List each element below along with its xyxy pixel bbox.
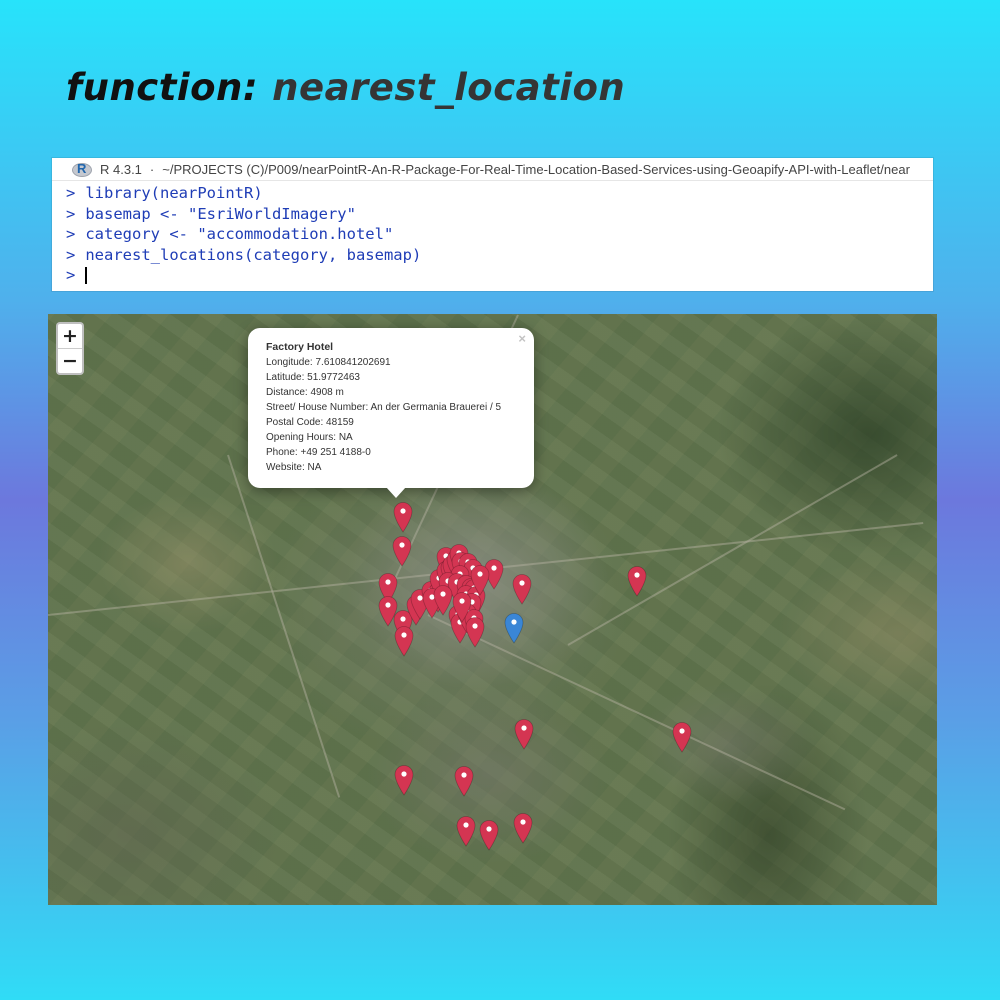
r-console[interactable]: R R 4.3.1 · ~/PROJECTS (C)/P009/nearPoin…: [52, 158, 933, 291]
console-prompt: >: [66, 204, 76, 223]
console-code: basemap <- "EsriWorldImagery": [85, 204, 356, 223]
hotel-marker-icon[interactable]: [452, 591, 472, 623]
console-line: > basemap <- "EsriWorldImagery": [66, 204, 933, 225]
popup-title: Factory Hotel: [266, 341, 334, 353]
console-line: > library(nearPointR): [66, 183, 933, 204]
popup-field-street: Street/ House Number: An der Germania Br…: [266, 402, 502, 413]
popup-field-website: Website: NA: [266, 462, 322, 473]
hotel-marker-icon[interactable]: [433, 584, 453, 616]
hotel-marker-icon[interactable]: [454, 765, 474, 797]
hotel-marker-icon[interactable]: [456, 815, 476, 847]
hotel-marker-icon[interactable]: [672, 721, 692, 753]
hotel-marker-icon[interactable]: [513, 812, 533, 844]
hotel-marker-icon[interactable]: [393, 501, 413, 533]
console-code: nearest_locations(category, basemap): [85, 245, 422, 264]
hotel-marker-icon[interactable]: [627, 565, 647, 597]
popup-close-button[interactable]: ×: [518, 331, 526, 346]
console-code: library(nearPointR): [85, 184, 263, 202]
console-prompt: >: [66, 266, 76, 284]
hotel-marker-icon[interactable]: [514, 718, 534, 750]
popup-field-opening-hours: Opening Hours: NA: [266, 432, 353, 443]
working-directory-path: ~/PROJECTS (C)/P009/nearPointR-An-R-Pack…: [162, 161, 910, 177]
console-line: > category <- "accommodation.hotel": [66, 224, 933, 245]
console-header: R R 4.3.1 · ~/PROJECTS (C)/P009/nearPoin…: [52, 158, 933, 181]
hotel-marker-icon[interactable]: [392, 535, 412, 567]
current-location-marker-icon[interactable]: [504, 612, 524, 644]
console-prompt: >: [66, 184, 76, 202]
popup-field-latitude: Latitude: 51.9772463: [266, 372, 360, 383]
console-code: category <- "accommodation.hotel": [85, 225, 394, 243]
location-popup: × Factory Hotel Longitude: 7.61084120269…: [248, 328, 534, 498]
hotel-marker-icon[interactable]: [394, 625, 414, 657]
console-output[interactable]: > library(nearPointR) > basemap <- "EsriWo…: [52, 181, 933, 286]
hotel-marker-icon[interactable]: [470, 564, 490, 596]
r-logo-icon: R: [72, 161, 92, 177]
popup-field-phone: Phone: +49 251 4188-0: [266, 447, 371, 458]
hotel-marker-icon[interactable]: [394, 764, 414, 796]
headline-function-name: nearest_location: [272, 66, 626, 109]
console-prompt: >: [66, 245, 76, 264]
headline: function: nearest_location: [66, 66, 625, 109]
popup-field-longitude: Longitude: 7.610841202691: [266, 357, 391, 368]
r-version: R 4.3.1: [100, 161, 142, 177]
headline-keyword: function:: [66, 66, 259, 109]
popup-tip: [386, 487, 406, 498]
console-line: > nearest_locations(category, basemap): [66, 245, 933, 266]
leaflet-map[interactable]: + − × Factory Hotel Longitude: 7.6108412…: [48, 314, 937, 905]
popup-field-postal-code: Postal Code: 48159: [266, 417, 354, 428]
text-cursor: [85, 267, 88, 284]
console-prompt: >: [66, 225, 76, 243]
hotel-marker-icon[interactable]: [479, 819, 499, 851]
popup-field-distance: Distance: 4908 m: [266, 387, 344, 398]
console-input-line[interactable]: >: [66, 265, 933, 286]
hotel-marker-icon[interactable]: [512, 573, 532, 605]
header-separator: ·: [149, 161, 155, 177]
